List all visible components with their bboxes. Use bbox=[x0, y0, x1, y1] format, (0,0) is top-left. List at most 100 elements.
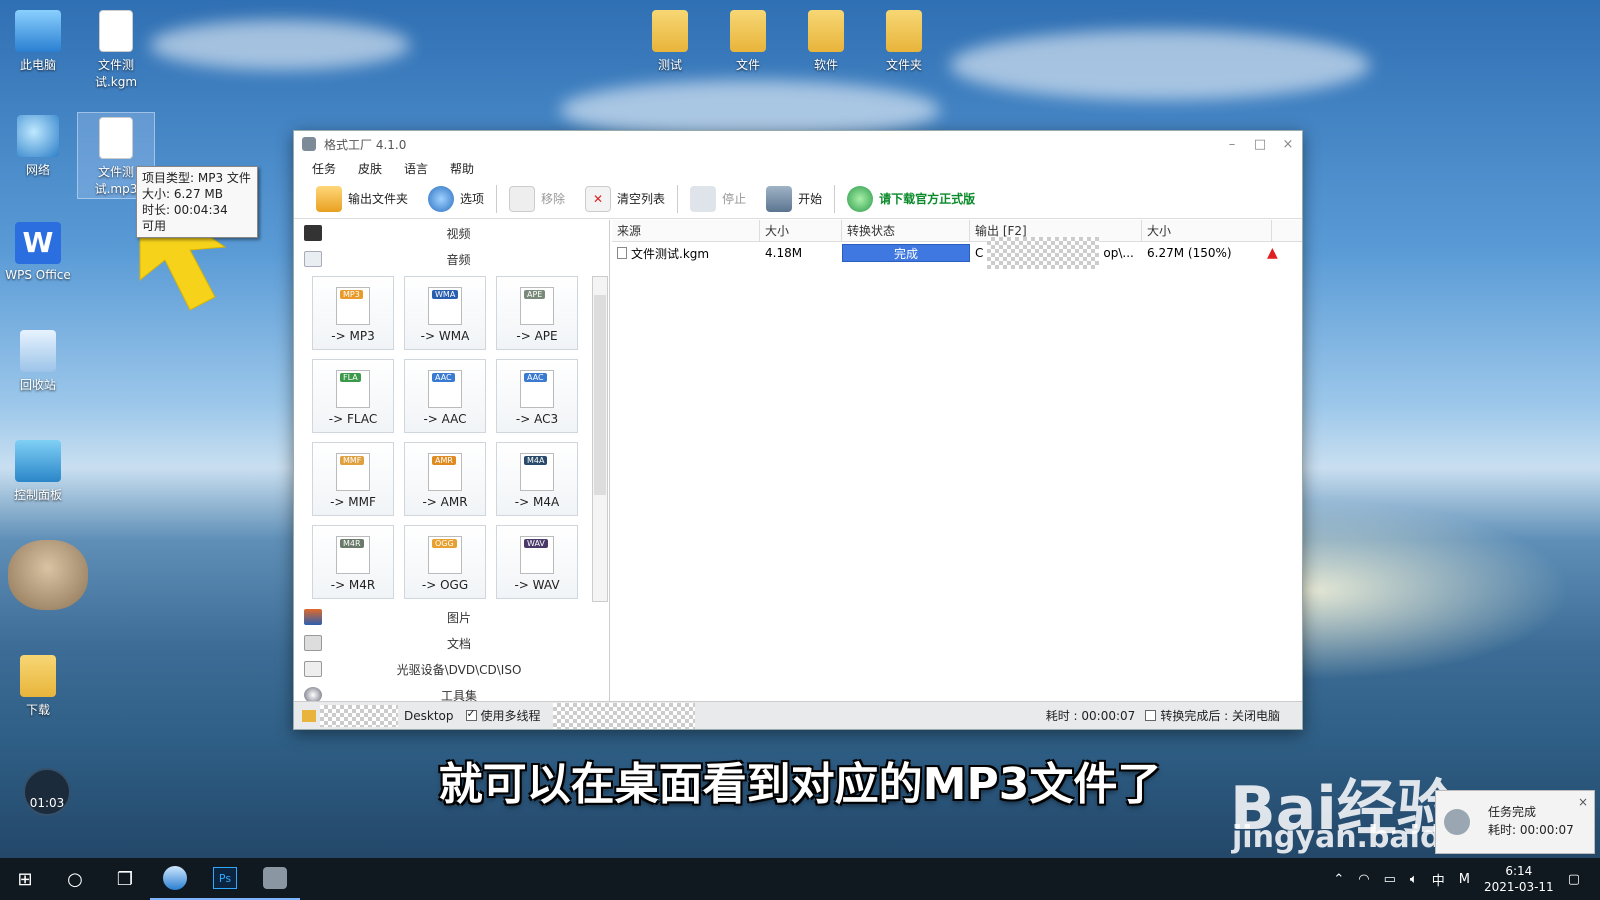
action-center-icon[interactable]: ▢ bbox=[1568, 872, 1580, 887]
start-button[interactable]: 开始 bbox=[758, 182, 830, 216]
battery-icon[interactable]: ▭ bbox=[1384, 872, 1396, 887]
start-icon bbox=[766, 185, 793, 212]
output-path-suffix: op\... bbox=[1103, 246, 1134, 260]
table-row[interactable]: 文件测试.kgm 4.18M 完成 C op\... 6.27M (150%) … bbox=[612, 237, 1302, 269]
output-folder-button[interactable]: 输出文件夹 bbox=[308, 182, 416, 216]
row-size: 4.18M bbox=[765, 246, 803, 260]
desktop-icon-downloads[interactable]: 下载 bbox=[0, 655, 76, 718]
desktop-icon-kgm-file[interactable]: 文件测试.kgm bbox=[78, 10, 154, 90]
scrollbar-thumb[interactable] bbox=[594, 295, 606, 495]
category-document[interactable]: 文档 bbox=[294, 630, 610, 656]
start-menu-button[interactable]: ⊞ bbox=[0, 858, 50, 900]
format-wav-button[interactable]: WAV -> WAV bbox=[496, 525, 578, 599]
ime-indicator[interactable]: 中 bbox=[1432, 870, 1445, 889]
desktop-icon-this-pc[interactable]: 此电脑 bbox=[0, 10, 76, 73]
taskbar-app-photoshop[interactable]: Ps bbox=[200, 858, 250, 900]
desktop-icon-test[interactable]: 测试 bbox=[632, 10, 708, 73]
format-factory-icon bbox=[263, 867, 287, 889]
search-button[interactable]: ○ bbox=[50, 858, 100, 900]
wma-file-icon: WMA bbox=[428, 287, 462, 325]
close-icon[interactable]: × bbox=[1578, 795, 1588, 809]
clock[interactable]: 6:14 2021-03-11 bbox=[1484, 863, 1554, 895]
remove-button[interactable]: 移除 bbox=[501, 182, 573, 216]
column-output-size[interactable]: 大小 bbox=[1142, 220, 1272, 241]
menu-help[interactable]: 帮助 bbox=[450, 160, 474, 177]
output-path-prefix: C bbox=[975, 246, 984, 260]
recycle-bin-icon bbox=[20, 330, 56, 372]
format-amr-button[interactable]: AMR -> AMR bbox=[404, 442, 486, 516]
category-audio[interactable]: 音频 bbox=[294, 246, 609, 272]
maximize-button[interactable]: □ bbox=[1246, 137, 1274, 152]
format-factory-window: 格式工厂 4.1.0 – □ × 任务 皮肤 语言 帮助 输出文件夹 选项 移除… bbox=[293, 130, 1303, 730]
format-aac-button[interactable]: AAC -> AAC bbox=[404, 359, 486, 433]
menu-language[interactable]: 语言 bbox=[404, 160, 428, 177]
taskbar-app-browser[interactable] bbox=[150, 858, 200, 900]
desktop-icon-folder[interactable]: 文件夹 bbox=[866, 10, 942, 73]
ape-file-icon: APE bbox=[520, 287, 554, 325]
toolbar-separator bbox=[496, 184, 498, 213]
status-bar: Desktop 使用多线程 耗时 : 00:00:07 转换完成后 : 关闭电脑 bbox=[294, 701, 1302, 729]
desktop-icon-software[interactable]: 软件 bbox=[788, 10, 864, 73]
category-video[interactable]: 视频 bbox=[294, 220, 609, 246]
shutdown-after-checkbox[interactable]: 转换完成后 : 关闭电脑 bbox=[1145, 707, 1280, 724]
menu-task[interactable]: 任务 bbox=[312, 160, 336, 177]
wifi-icon[interactable]: ◠ bbox=[1358, 872, 1369, 887]
clear-list-button[interactable]: ✕ 清空列表 bbox=[577, 182, 673, 216]
image-icon bbox=[304, 609, 322, 625]
desktop-icon-control-panel[interactable]: 控制面板 bbox=[0, 440, 76, 503]
task-view-button[interactable]: ❐ bbox=[100, 858, 150, 900]
window-title: 格式工厂 4.1.0 bbox=[324, 137, 407, 152]
toolbar-separator bbox=[834, 184, 836, 213]
volume-icon[interactable]: 🔈︎ bbox=[1410, 872, 1418, 887]
chevron-up-icon[interactable]: ⌃ bbox=[1333, 872, 1344, 887]
folder-icon bbox=[730, 10, 766, 52]
category-image[interactable]: 图片 bbox=[294, 604, 610, 630]
menu-skin[interactable]: 皮肤 bbox=[358, 160, 382, 177]
checkbox-box bbox=[1145, 710, 1157, 721]
format-ogg-button[interactable]: OGG -> OGG bbox=[404, 525, 486, 599]
download-official-button[interactable]: 请下载官方正式版 bbox=[839, 182, 983, 216]
format-ape-button[interactable]: APE -> APE bbox=[496, 276, 578, 350]
folder-icon bbox=[652, 10, 688, 52]
mp3-file-icon: MP3 bbox=[336, 287, 370, 325]
m4r-file-icon: M4R bbox=[336, 536, 370, 574]
multithread-checkbox[interactable]: 使用多线程 bbox=[465, 707, 541, 724]
audio-file-icon bbox=[99, 117, 133, 159]
elapsed-time: 耗时 : 00:00:07 bbox=[1045, 709, 1136, 723]
desktop-icon-network[interactable]: 网络 bbox=[0, 115, 76, 178]
desktop-icon-recycle-bin[interactable]: 回收站 bbox=[0, 330, 76, 393]
file-tooltip: 项目类型: MP3 文件 大小: 6.27 MB 时长: 00:04:34 可用 bbox=[136, 166, 258, 238]
minimize-button[interactable]: – bbox=[1218, 137, 1246, 152]
format-m4r-button[interactable]: M4R -> M4R bbox=[312, 525, 394, 599]
column-size[interactable]: 大小 bbox=[760, 220, 842, 241]
options-button[interactable]: 选项 bbox=[420, 182, 492, 216]
app-icon bbox=[1444, 809, 1470, 835]
desktop-icon-files[interactable]: 文件 bbox=[710, 10, 786, 73]
wps-logo-icon: W bbox=[15, 222, 61, 264]
clear-x-icon: ✕ bbox=[585, 185, 612, 212]
task-complete-notification[interactable]: × 任务完成 耗时: 00:00:07 bbox=[1435, 790, 1595, 854]
format-flac-button[interactable]: FLA -> FLAC bbox=[312, 359, 394, 433]
column-status[interactable]: 转换状态 bbox=[842, 220, 970, 241]
title-bar[interactable]: 格式工厂 4.1.0 – □ × bbox=[294, 131, 1302, 157]
category-optical-drive[interactable]: 光驱设备\DVD\CD\ISO bbox=[294, 656, 610, 682]
desktop-icon-wps[interactable]: W WPS Office bbox=[0, 222, 76, 282]
document-icon bbox=[304, 635, 322, 651]
taskbar-app-format-factory[interactable] bbox=[250, 858, 300, 900]
flac-file-icon: FLA bbox=[336, 370, 370, 408]
format-mmf-button[interactable]: MMF -> MMF bbox=[312, 442, 394, 516]
format-grid-scrollbar[interactable] bbox=[592, 276, 608, 602]
status-progress: 完成 bbox=[842, 244, 970, 262]
stop-button[interactable]: 停止 bbox=[682, 182, 754, 216]
output-folder-label[interactable]: Desktop bbox=[404, 709, 454, 723]
ime-mode-indicator[interactable]: M bbox=[1459, 872, 1470, 887]
ogg-file-icon: OGG bbox=[428, 536, 462, 574]
format-wma-button[interactable]: WMA -> WMA bbox=[404, 276, 486, 350]
photoshop-icon: Ps bbox=[213, 867, 237, 889]
format-ac3-button[interactable]: AAC -> AC3 bbox=[496, 359, 578, 433]
column-source[interactable]: 来源 bbox=[612, 220, 760, 241]
format-mp3-button[interactable]: MP3 -> MP3 bbox=[312, 276, 394, 350]
close-button[interactable]: × bbox=[1274, 137, 1302, 152]
gear-icon bbox=[428, 185, 455, 212]
format-m4a-button[interactable]: M4A -> M4A bbox=[496, 442, 578, 516]
